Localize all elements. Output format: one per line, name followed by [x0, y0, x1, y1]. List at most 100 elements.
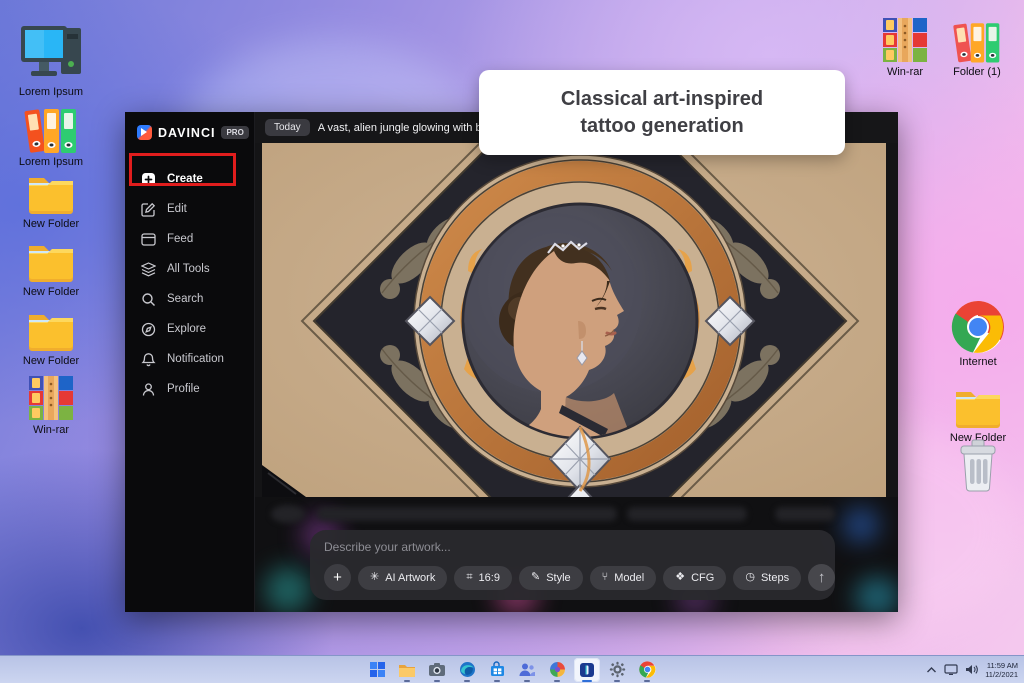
settings-button[interactable]	[604, 658, 630, 682]
desktop-icon-folder-2[interactable]: New Folder	[12, 238, 90, 298]
teams-icon	[519, 663, 535, 676]
desktop-icon-folder-1-binders[interactable]: Folder (1)	[938, 20, 1016, 78]
sidebar-item-label: Explore	[167, 323, 206, 335]
sidebar-item-profile[interactable]: Profile	[125, 374, 254, 404]
camera-button[interactable]	[424, 658, 450, 682]
teams-button[interactable]	[514, 658, 540, 682]
desktop-icon-internet[interactable]: Internet	[939, 300, 1017, 368]
annotation-callout: Classical art-inspired tattoo generation	[479, 70, 845, 155]
speaker-icon[interactable]	[965, 664, 978, 675]
sidebar-item-label: Create	[167, 173, 203, 185]
blurred-gallery-strip: + ✳ AI Artwork ⌗ 16:9 ✎ Style	[255, 497, 898, 612]
sidebar-item-label: Edit	[167, 203, 187, 215]
desktop-icon-label: New Folder	[22, 355, 80, 367]
folder-icon	[952, 384, 1004, 430]
sidebar-item-label: Profile	[167, 383, 200, 395]
callout-line-2: tattoo generation	[580, 114, 744, 137]
store-icon	[490, 661, 504, 676]
add-button[interactable]: +	[324, 564, 351, 591]
profile-icon	[141, 382, 156, 397]
computer-icon	[19, 24, 83, 84]
sidebar-item-label: Feed	[167, 233, 194, 245]
plus-icon: +	[333, 569, 342, 586]
sidebar-item-feed[interactable]: Feed	[125, 224, 254, 254]
desktop-icon-folder-1[interactable]: New Folder	[12, 170, 90, 230]
artwork-composer: + ✳ AI Artwork ⌗ 16:9 ✎ Style	[310, 530, 836, 600]
notification-icon	[141, 352, 156, 367]
chrome-icon	[951, 300, 1005, 354]
photos-button[interactable]	[544, 658, 570, 682]
chevron-up-icon[interactable]	[926, 666, 937, 674]
desktop-icon-label: Win-rar	[32, 424, 70, 436]
desktop-icon-label: New Folder	[22, 286, 80, 298]
cfg-button[interactable]: ❖ CFG	[663, 565, 727, 590]
explore-icon	[141, 322, 156, 337]
sidebar-item-explore[interactable]: Explore	[125, 314, 254, 344]
model-button[interactable]: ⑂ Model	[589, 565, 657, 590]
sidebar-item-label: All Tools	[167, 263, 210, 275]
search-icon	[141, 292, 156, 307]
create-icon	[141, 172, 156, 187]
steps-button[interactable]: ◷ Steps	[733, 565, 802, 590]
winrar-icon	[27, 374, 75, 422]
button-label: 16:9	[478, 571, 500, 584]
display-icon[interactable]	[944, 664, 958, 675]
ai-artwork-icon: ✳	[370, 571, 380, 583]
feed-icon	[141, 232, 156, 247]
aspect-ratio-button[interactable]: ⌗ 16:9	[454, 565, 512, 590]
photos-icon	[549, 662, 565, 677]
cfg-grid-icon: ❖	[675, 571, 686, 583]
app-logo[interactable]: DAVINCI PRO	[125, 112, 254, 150]
desktop-icon-folder-right[interactable]: New Folder	[939, 384, 1017, 444]
composer-toolbar: + ✳ AI Artwork ⌗ 16:9 ✎ Style ⑂ Model ❖ …	[324, 564, 836, 591]
active-app-button[interactable]	[574, 657, 600, 682]
steps-timer-icon: ◷	[745, 571, 755, 583]
desktop-icon-computer[interactable]: Lorem Ipsum	[12, 24, 90, 98]
desktop-icon-folder-3[interactable]: New Folder	[12, 307, 90, 367]
edge-button[interactable]	[454, 658, 480, 682]
folder-icon	[26, 307, 76, 353]
desktop-icon-winrar-2[interactable]: Win-rar	[866, 16, 944, 78]
sidebar-item-create[interactable]: Create	[125, 164, 254, 194]
callout-line-1: Classical art-inspired	[560, 87, 764, 110]
today-badge[interactable]: Today	[265, 119, 310, 136]
sidebar-item-search[interactable]: Search	[125, 284, 254, 314]
clock-time: 11:59 AM	[986, 660, 1018, 670]
file-explorer-icon	[399, 664, 415, 677]
taskbar-clock[interactable]: 11:59 AM 11/2/2021	[985, 661, 1018, 679]
desktop-icon-label: New Folder	[22, 218, 80, 230]
sidebar-item-notification[interactable]: Notification	[125, 344, 254, 374]
folder-icon	[26, 170, 76, 216]
generated-artwork[interactable]	[262, 112, 886, 601]
recycle-bin-icon	[955, 438, 1001, 492]
send-button[interactable]: ↑	[808, 564, 836, 591]
desktop-icon-label: Internet	[959, 356, 997, 368]
davinci-app-window: DAVINCI PRO Create Edit Feed All Tools S…	[125, 112, 898, 612]
desktop-icon-binders[interactable]: Lorem Ipsum	[12, 106, 90, 168]
sidebar-item-edit[interactable]: Edit	[125, 194, 254, 224]
sidebar-item-label: Notification	[167, 353, 224, 365]
edit-icon	[141, 202, 156, 217]
davinci-logo-icon	[137, 125, 152, 140]
taskbar-center-icons	[364, 657, 660, 682]
desktop-icon-recycle-bin[interactable]	[939, 438, 1017, 494]
desktop-icon-label: Lorem Ipsum	[18, 86, 84, 98]
app-main-area: Today A vast, alien jungle glowing with …	[255, 112, 898, 612]
chrome-taskbar-button[interactable]	[634, 658, 660, 682]
desktop-icon-winrar[interactable]: Win-rar	[12, 374, 90, 436]
sidebar-item-all-tools[interactable]: All Tools	[125, 254, 254, 284]
sidebar-item-label: Search	[167, 293, 204, 305]
all-tools-icon	[141, 261, 156, 277]
start-button[interactable]	[364, 658, 390, 682]
ai-artwork-button[interactable]: ✳ AI Artwork	[358, 565, 448, 590]
style-button[interactable]: ✎ Style	[518, 565, 583, 590]
style-pen-icon: ✎	[530, 571, 541, 583]
button-label: Steps	[760, 571, 790, 584]
clock-date: 11/2/2021	[985, 669, 1018, 679]
button-label: CFG	[691, 571, 715, 584]
button-label: AI Artwork	[385, 571, 436, 584]
file-explorer-button[interactable]	[394, 658, 420, 682]
store-button[interactable]	[484, 658, 510, 682]
artwork-prompt-input[interactable]	[324, 540, 821, 554]
chrome-icon	[638, 661, 656, 678]
